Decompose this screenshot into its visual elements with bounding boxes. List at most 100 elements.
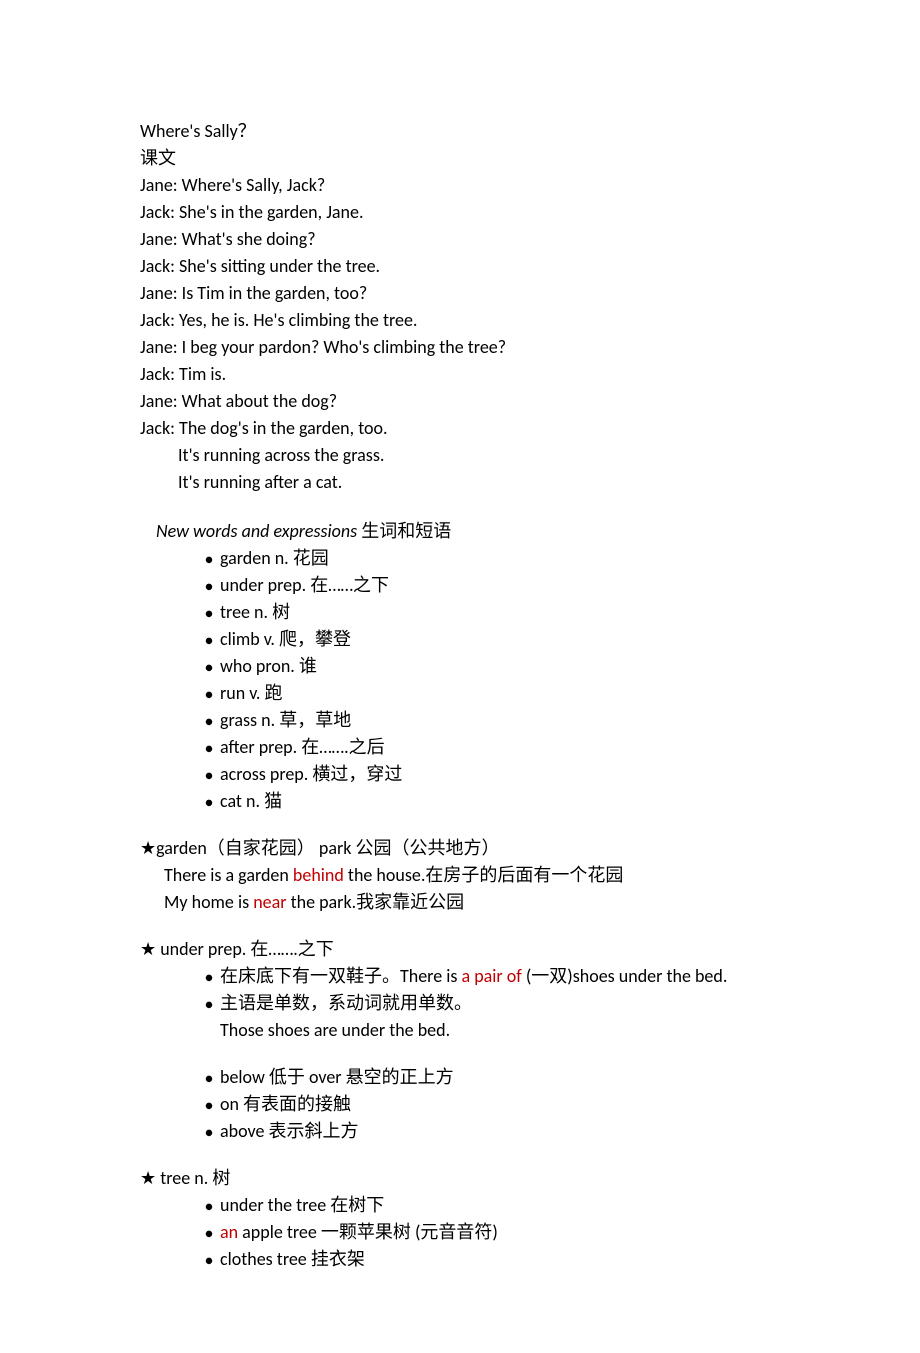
note-tree: ★ tree n. 树 ● under the tree 在树下 ● an ap…	[140, 1165, 780, 1273]
ex-pre: My home is	[164, 891, 253, 913]
vocab-item: ●across prep. 横过，穿过	[140, 761, 780, 788]
bullet-icon: ●	[198, 576, 220, 597]
vocab-text: across prep. 横过，穿过	[220, 761, 402, 788]
dialogue-line: Jane: Where's Sally, Jack?	[140, 172, 780, 199]
bullet-icon: ●	[198, 684, 220, 705]
vocab-text: tree n. 树	[220, 599, 290, 626]
bullet-icon: ●	[198, 657, 220, 678]
bullet-text: on 有表面的接触	[220, 1091, 351, 1118]
bullet-icon: ●	[198, 1196, 220, 1217]
star-line: ★ tree n. 树	[140, 1165, 780, 1192]
dialogue-line: Jack: Yes, he is. He's climbing the tree…	[140, 307, 780, 334]
b-post: apple tree 一颗苹果树 (元音音符)	[238, 1221, 498, 1243]
dialogue-line: Jack: She's in the garden, Jane.	[140, 199, 780, 226]
note-bullet: ● below 低于 over 悬空的正上方	[140, 1064, 780, 1091]
bullet-icon: ●	[198, 967, 220, 988]
ex-post: the house.在房子的后面有一个花园	[344, 864, 624, 886]
lesson-title: Where's Sally？	[140, 118, 780, 145]
bullet-icon: ●	[198, 1095, 220, 1116]
bullet-icon: ●	[198, 1122, 220, 1143]
bullet-icon: ●	[198, 603, 220, 624]
subtitle: 课文	[140, 145, 780, 172]
b-red: an	[220, 1221, 238, 1243]
section-header-prefix: New words and expressions	[156, 520, 357, 542]
b-red: a pair of	[462, 965, 526, 987]
bullet-icon: ●	[198, 738, 220, 759]
star-icon: ★	[140, 837, 156, 859]
dialogue-line: Jane: Is Tim in the garden, too?	[140, 280, 780, 307]
bullet-text: an apple tree 一颗苹果树 (元音音符)	[220, 1219, 498, 1246]
note-garden: ★garden（自家花园） park 公园（公共地方） There is a g…	[140, 835, 780, 916]
document-page: Where's Sally？ 课文 Jane: Where's Sally, J…	[0, 0, 920, 1353]
vocab-text: after prep. 在…….之后	[220, 734, 385, 761]
vocab-item: ●climb v. 爬，攀登	[140, 626, 780, 653]
note-text: garden（自家花园） park 公园（公共地方）	[156, 837, 499, 859]
bullet-icon: ●	[198, 765, 220, 786]
vocab-text: climb v. 爬，攀登	[220, 626, 351, 653]
vocab-item: ●after prep. 在…….之后	[140, 734, 780, 761]
note-bullet: ● an apple tree 一颗苹果树 (元音音符)	[140, 1219, 780, 1246]
vocab-item: ●cat n. 猫	[140, 788, 780, 815]
vocab-text: who pron. 谁	[220, 653, 317, 680]
bullet-icon: ●	[198, 792, 220, 813]
star-line: ★garden（自家花园） park 公园（公共地方）	[140, 835, 780, 862]
note-bullet: ● clothes tree 挂衣架	[140, 1246, 780, 1273]
bullet-icon: ●	[198, 1250, 220, 1271]
ex-pre: There is a garden	[164, 864, 293, 886]
sub-line: Those shoes are under the bed.	[140, 1017, 780, 1044]
section-header: New words and expressions 生词和短语	[140, 518, 780, 545]
ex-red: behind	[293, 864, 344, 886]
dialogue-line: Jane: What about the dog?	[140, 388, 780, 415]
note-bullet: ● 主语是单数，系动词就用单数。	[140, 990, 780, 1017]
vocab-text: cat n. 猫	[220, 788, 282, 815]
dialogue-line: Jack: The dog's in the garden, too.	[140, 415, 780, 442]
vocab-list: ●garden n. 花园 ●under prep. 在……之下 ●tree n…	[140, 545, 780, 815]
vocab-text: run v. 跑	[220, 680, 283, 707]
bullet-text: clothes tree 挂衣架	[220, 1246, 365, 1273]
vocab-item: ●under prep. 在……之下	[140, 572, 780, 599]
bullet-icon: ●	[198, 1223, 220, 1244]
section-header-suffix: 生词和短语	[357, 520, 451, 542]
vocab-text: grass n. 草，草地	[220, 707, 351, 734]
note-bullet: ● above 表示斜上方	[140, 1118, 780, 1145]
bullet-text: 主语是单数，系动词就用单数。	[220, 990, 472, 1017]
vocab-item: ●run v. 跑	[140, 680, 780, 707]
vocab-item: ●who pron. 谁	[140, 653, 780, 680]
bullet-icon: ●	[198, 630, 220, 651]
note-head: under prep. 在…….之下	[156, 938, 334, 960]
example-line: There is a garden behind the house.在房子的后…	[140, 862, 780, 889]
note-head: tree n. 树	[156, 1167, 230, 1189]
example-line: My home is near the park.我家靠近公园	[140, 889, 780, 916]
dialogue-line: Jack: Tim is.	[140, 361, 780, 388]
vocab-item: ●grass n. 草，草地	[140, 707, 780, 734]
bullet-icon: ●	[198, 549, 220, 570]
bullet-icon: ●	[198, 1068, 220, 1089]
ex-post: the park.我家靠近公园	[287, 891, 465, 913]
b-pre: 在床底下有一双鞋子。There is	[220, 965, 462, 987]
vocab-item: ●tree n. 树	[140, 599, 780, 626]
bullet-icon: ●	[198, 711, 220, 732]
bullet-icon: ●	[198, 994, 220, 1015]
ex-red: near	[253, 891, 286, 913]
note-bullet: ● on 有表面的接触	[140, 1091, 780, 1118]
star-icon: ★	[140, 1167, 156, 1189]
star-icon: ★	[140, 938, 156, 960]
dialogue-line: Jack: She's sitting under the tree.	[140, 253, 780, 280]
bullet-text: above 表示斜上方	[220, 1118, 358, 1145]
vocab-item: ●garden n. 花园	[140, 545, 780, 572]
dialogue-line: Jane: What's she doing?	[140, 226, 780, 253]
dialogue-line-indent: It's running across the grass.	[140, 442, 780, 469]
dialogue-line-indent: It's running after a cat.	[140, 469, 780, 496]
bullet-text: 在床底下有一双鞋子。There is a pair of (一双)shoes u…	[220, 963, 727, 990]
star-line: ★ under prep. 在…….之下	[140, 936, 780, 963]
bullet-text: under the tree 在树下	[220, 1192, 384, 1219]
vocab-text: garden n. 花园	[220, 545, 329, 572]
vocab-text: under prep. 在……之下	[220, 572, 389, 599]
note-under: ★ under prep. 在…….之下 ● 在床底下有一双鞋子。There i…	[140, 936, 780, 1145]
dialogue-line: Jane: I beg your pardon? Who's climbing …	[140, 334, 780, 361]
note-bullet: ● 在床底下有一双鞋子。There is a pair of (一双)shoes…	[140, 963, 780, 990]
note-bullet: ● under the tree 在树下	[140, 1192, 780, 1219]
bullet-text: below 低于 over 悬空的正上方	[220, 1064, 454, 1091]
b-post: (一双)shoes under the bed.	[526, 965, 728, 987]
dialogue-block: Jane: Where's Sally, Jack? Jack: She's i…	[140, 172, 780, 496]
